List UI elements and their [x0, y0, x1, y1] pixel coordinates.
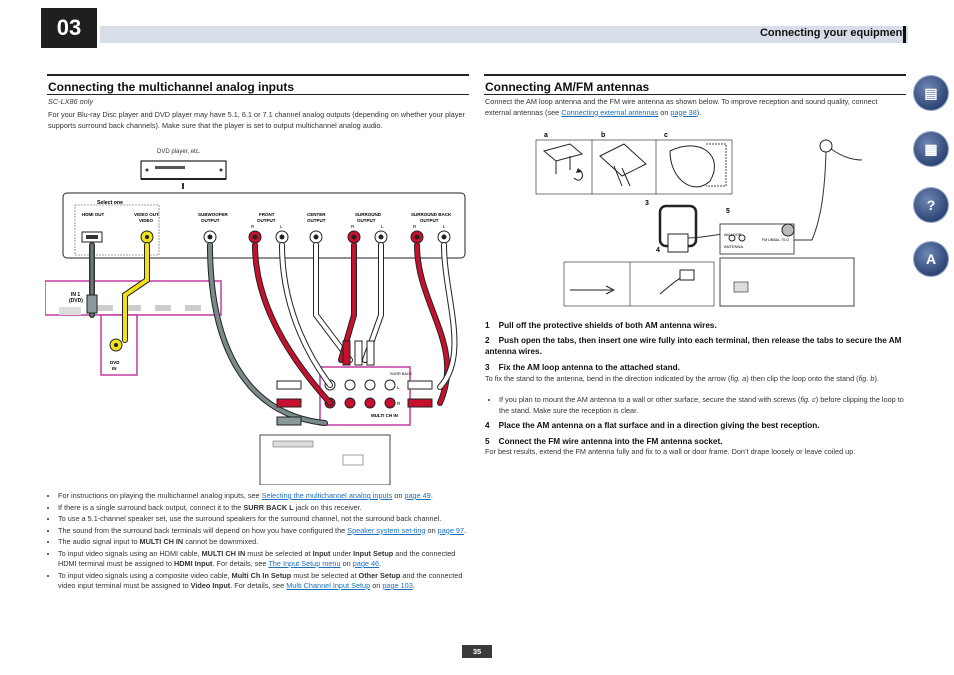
link-page[interactable]: page 38	[670, 108, 696, 117]
step-5-desc: For best results, extend the FM antenna …	[485, 447, 856, 456]
bullet-item: To use a 5.1-channel speaker set, use th…	[58, 514, 468, 525]
step-4: 4 Place the AM antenna on a flat surface…	[485, 421, 820, 430]
link-multi-channel-setup[interactable]: Multi Channel Input Setup	[286, 581, 370, 590]
book-icon[interactable]: ▤	[914, 76, 948, 110]
svg-text:a: a	[544, 132, 548, 139]
dvd-player	[140, 160, 227, 180]
output-label: OUTPUT	[257, 218, 276, 223]
link-external-antennas[interactable]: Connecting external antennas	[561, 108, 658, 117]
bullet-item: If there is a single surround back outpu…	[58, 503, 468, 514]
svg-text:c: c	[664, 132, 668, 139]
bullet-item: For instructions on playing the multicha…	[58, 491, 468, 502]
output-label: OUTPUT	[307, 218, 326, 223]
video-label: VIDEO	[139, 218, 154, 223]
link-page[interactable]: page 103	[382, 581, 412, 590]
svg-text:IN: IN	[112, 366, 117, 371]
left-bullets: For instructions on playing the multicha…	[48, 491, 468, 593]
surround-back-label: SURROUND BACK	[411, 212, 452, 217]
player-output-panel	[62, 192, 466, 259]
svg-text:b: b	[601, 132, 605, 139]
right-heading: Connecting AM/FM antennas	[485, 80, 650, 94]
left-intro: For your Blu-ray Disc player and DVD pla…	[48, 110, 465, 130]
link-page[interactable]: page 49	[404, 491, 430, 500]
antenna-label: ANTENNA	[724, 244, 743, 249]
antenna-connection-diagram: a b c 3 5 4 1 2 AM LOOP ANTENNA FM UNBAL…	[535, 132, 863, 307]
link-speaker-setting[interactable]: Speaker system set-ting	[347, 526, 425, 535]
step-3-desc: To fix the stand to the antenna, bend in…	[485, 374, 879, 383]
svg-text:4: 4	[656, 247, 660, 254]
page-number: 35	[462, 645, 492, 658]
svg-text:FM UNBAL 75 Ω: FM UNBAL 75 Ω	[762, 238, 789, 242]
multi-ch-in-label: MULTI CH IN	[371, 413, 398, 418]
subwoofer-label: SUBWOOFER	[198, 212, 228, 217]
link-page[interactable]: page 46	[353, 559, 379, 568]
link-multichannel[interactable]: Selecting the multichannel analog inputs	[262, 491, 393, 500]
section-rule	[47, 94, 469, 95]
bullet-item: The sound from the surround back termina…	[58, 526, 468, 537]
bullet-item: To input video signals using an HDMI cab…	[58, 549, 468, 570]
model-note: SC-LX86 only	[48, 97, 94, 106]
header-title: Connecting your equipment	[759, 27, 906, 39]
step-5: 5 Connect the FM wire antenna into the F…	[485, 437, 723, 446]
video-out-label: VIDEO OUT	[134, 212, 159, 217]
step-1: 1 Pull off the protective shields of bot…	[485, 321, 717, 330]
step-2: 2 Push open the tabs, then insert one wi…	[485, 336, 902, 356]
output-label: OUTPUT	[357, 218, 376, 223]
section-rule	[484, 74, 906, 76]
link-page[interactable]: page 97	[438, 526, 464, 535]
remote-icon[interactable]: ▦	[914, 132, 948, 166]
svg-text:AM LOOP: AM LOOP	[724, 233, 742, 237]
output-label: OUTPUT	[201, 218, 220, 223]
svg-text:DVD: DVD	[110, 360, 120, 365]
svg-text:(DVD): (DVD)	[69, 298, 83, 304]
section-rule	[484, 94, 906, 95]
svg-text:3: 3	[645, 200, 649, 207]
select-one-label: Select one	[97, 200, 123, 206]
front-label: FRONT	[259, 212, 275, 217]
output-label: OUTPUT	[420, 218, 439, 223]
section-rule	[47, 74, 469, 76]
center-label: CENTER	[307, 212, 326, 217]
header-accent	[903, 26, 906, 43]
left-heading: Connecting the multichannel analog input…	[48, 80, 295, 94]
right-intro: Connect the AM loop antenna and the FM w…	[485, 97, 878, 117]
chapter-number: 03	[41, 8, 97, 48]
step-3-bullet: If you plan to mount the AM antenna to a…	[489, 395, 905, 417]
bullet-item: The audio signal input to MULTI CH IN ca…	[58, 537, 468, 548]
link-input-setup[interactable]: The Input Setup menu	[268, 559, 340, 568]
svg-text:5: 5	[726, 208, 730, 215]
dvd-player-label: DVD player, etc.	[157, 149, 201, 155]
bullet-item: To input video signals using a composite…	[58, 571, 468, 592]
hdmi-out-label: HDMI OUT	[82, 212, 104, 217]
multichannel-connection-diagram: DVD player, etc. Select one HDMI OUT VID…	[45, 149, 466, 485]
step-3: 3 Fix the AM loop antenna to the attache…	[485, 363, 680, 372]
svg-text:SURR BACK: SURR BACK	[390, 372, 413, 376]
az-icon[interactable]: A	[914, 242, 948, 276]
settings-question-icon[interactable]: ?	[914, 188, 948, 222]
surround-label: SURROUND	[355, 212, 382, 217]
